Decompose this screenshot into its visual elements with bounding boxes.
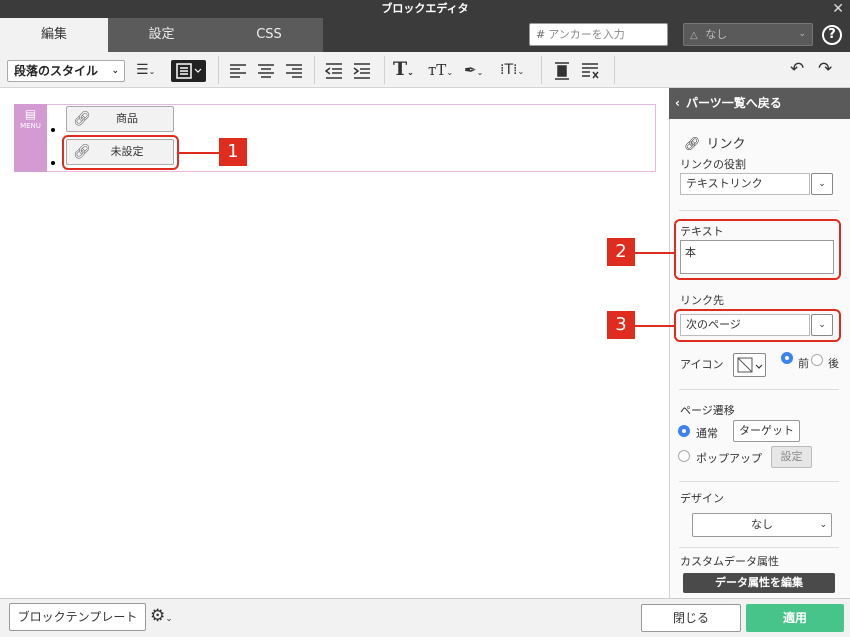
indent-icons[interactable] <box>324 62 374 80</box>
icon-after-radio[interactable] <box>811 354 823 366</box>
list-icon[interactable]: ☰⌄ <box>136 60 155 82</box>
toolbar-divider <box>314 56 315 84</box>
icon-before-label: 前 <box>798 357 809 370</box>
page-transition-label: ページ遷移 <box>680 404 735 417</box>
window-title: ブロックエディタ <box>381 2 469 15</box>
menu-link-label: 商品 <box>116 112 138 125</box>
menu-block-badge: ▤ MENU <box>14 104 47 172</box>
transition-normal-radio[interactable] <box>678 425 690 437</box>
callout-number: 3 <box>607 311 635 339</box>
anchor-placeholder: アンカーを入力 <box>548 28 625 41</box>
window-title-bar: ブロックエディタ ✕ <box>0 0 850 18</box>
anchor-input[interactable]: # アンカーを入力 <box>529 23 668 46</box>
panel-divider <box>679 389 839 390</box>
link-role-select[interactable]: テキストリンク <box>680 173 810 195</box>
close-icon[interactable]: ✕ <box>832 0 844 18</box>
help-icon[interactable]: ? <box>822 25 842 45</box>
font-size-icon[interactable]: T⌄ <box>393 59 414 82</box>
transition-normal-label: 通常 <box>696 427 718 440</box>
paragraph-icon <box>176 63 202 79</box>
list-bullet <box>51 128 55 132</box>
hash-icon: # <box>536 28 546 41</box>
no-icon-icon <box>737 357 763 373</box>
callout-line <box>179 152 219 154</box>
chevron-down-icon: ⌄ <box>819 520 827 530</box>
text-transform-icon[interactable]: ᴛT⌄ <box>428 60 453 83</box>
link-role-label: リンクの役割 <box>680 158 746 171</box>
gear-icon[interactable]: ⚙⌄ <box>150 606 173 629</box>
paragraph-style-label: 段落のスタイル <box>14 64 99 78</box>
toolbar-divider <box>541 56 542 84</box>
popup-settings-button[interactable]: 設定 <box>771 446 812 468</box>
paragraph-style-select[interactable]: 段落のスタイル ⌄ <box>7 60 125 82</box>
transition-popup-label: ポップアップ <box>696 452 762 465</box>
triangle-icon: △ <box>690 30 698 41</box>
callout-line <box>635 252 674 254</box>
align-block-button[interactable] <box>171 60 206 82</box>
panel-divider <box>679 210 839 211</box>
panel-divider <box>679 547 839 548</box>
icon-before-radio[interactable] <box>781 352 793 364</box>
text-frame-icon[interactable]: ⁞T⁞⌄ <box>500 60 524 82</box>
tab-settings[interactable]: 設定 <box>108 18 215 52</box>
icon-after-label: 後 <box>828 357 839 370</box>
style-select-value: なし <box>705 28 728 41</box>
callout-number: 2 <box>607 238 635 266</box>
tab-edit[interactable]: 編集 <box>0 18 108 52</box>
toolbar-divider <box>218 56 219 84</box>
block-template-button[interactable]: ブロックテンプレート <box>9 603 146 631</box>
callout-highlight <box>674 219 841 280</box>
toolbar-divider <box>614 56 615 84</box>
chevron-down-icon: ⌄ <box>818 179 826 189</box>
chevron-down-icon: ⌄ <box>798 29 806 39</box>
design-select-value: なし <box>751 518 773 531</box>
transition-popup-radio[interactable] <box>678 450 690 462</box>
callout-highlight <box>62 135 179 170</box>
panel-scrollbar[interactable] <box>842 119 850 598</box>
list-bullet <box>51 161 55 165</box>
edit-data-attributes-button[interactable]: データ属性を編集 <box>683 573 835 593</box>
redo-icon[interactable]: ↷ <box>818 59 832 79</box>
custom-data-label: カスタムデータ属性 <box>680 555 779 568</box>
callout-highlight <box>674 309 841 342</box>
close-button[interactable]: 閉じる <box>641 604 741 632</box>
target-button[interactable]: ターゲット <box>733 420 800 442</box>
tab-css[interactable]: CSS <box>215 18 323 52</box>
link-section-header: 🔗︎ リンク <box>684 133 746 152</box>
icon-picker[interactable] <box>733 353 766 377</box>
insert-clear-icons[interactable] <box>552 61 604 81</box>
design-label: デザイン <box>680 492 724 505</box>
link-icon: 🔗︎ <box>684 137 701 152</box>
toolbar-divider <box>384 56 385 84</box>
link-section-title: リンク <box>706 137 746 152</box>
callout-number: 1 <box>219 138 247 166</box>
alignment-icons <box>230 64 302 78</box>
panel-divider <box>679 481 839 482</box>
chevron-left-icon: ‹ <box>675 96 680 110</box>
eyedropper-icon[interactable]: ✒⌄ <box>464 60 483 83</box>
chevron-down-icon: ⌄ <box>111 66 119 76</box>
design-select[interactable]: なし ⌄ <box>692 513 832 537</box>
back-to-parts-button[interactable]: ‹ パーツ一覧へ戻る <box>669 88 850 119</box>
menu-link-button[interactable]: 🔗︎ 商品 <box>66 106 174 132</box>
back-to-parts-label: パーツ一覧へ戻る <box>685 96 782 110</box>
apply-button[interactable]: 適用 <box>746 604 844 632</box>
icon-label: アイコン <box>680 358 724 371</box>
style-select[interactable]: △ なし ⌄ <box>683 23 813 46</box>
undo-icon[interactable]: ↶ <box>790 59 804 79</box>
callout-line <box>635 325 674 327</box>
toolbar <box>0 52 850 88</box>
menu-icon: ▤ <box>24 107 37 121</box>
link-target-label: リンク先 <box>680 294 724 307</box>
menu-block-label: MENU <box>20 122 41 130</box>
link-role-dropdown[interactable]: ⌄ <box>811 173 833 195</box>
